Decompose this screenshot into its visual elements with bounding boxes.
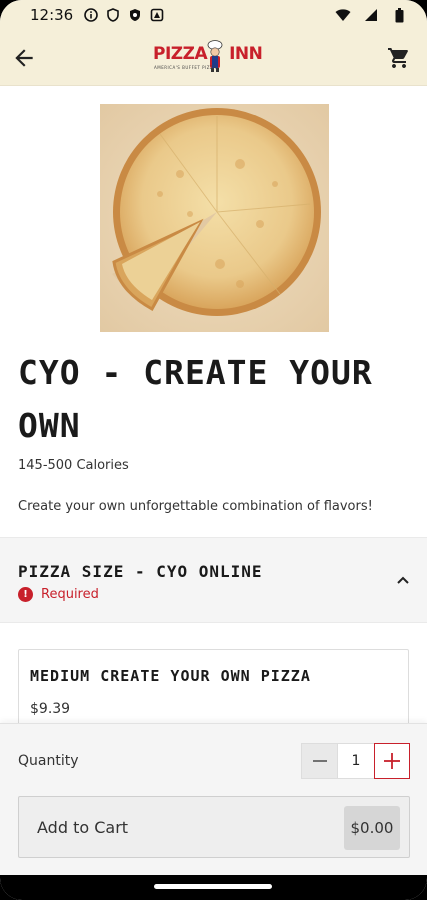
signal-icon	[363, 7, 379, 23]
circle-i-icon	[83, 7, 99, 23]
quantity-value[interactable]: 1	[338, 743, 374, 779]
wifi-icon	[335, 7, 351, 23]
decrease-quantity-button[interactable]	[301, 743, 338, 779]
home-gesture-handle[interactable]	[154, 884, 272, 889]
cart-button[interactable]	[385, 44, 413, 72]
arrow-left-icon	[15, 49, 33, 67]
notification-icon	[149, 7, 165, 23]
product-calories: 145-500 Calories	[18, 458, 129, 473]
required-label: Required	[41, 587, 99, 602]
pizza-inn-logo[interactable]: PIZZA INN AMERICA'S BUFFET PIZZA	[150, 38, 278, 78]
gesture-navigation-bar	[0, 875, 427, 900]
add-to-cart-label: Add to Cart	[37, 818, 129, 837]
size-option-price: $9.39	[30, 701, 71, 717]
logo-tagline: AMERICA'S BUFFET PIZZA	[154, 65, 217, 70]
collapse-toggle[interactable]	[393, 570, 413, 590]
product-description: Create your own unforgettable combinatio…	[18, 499, 373, 514]
plus-icon	[384, 753, 400, 769]
pizza-photo	[100, 104, 329, 332]
cart-icon	[388, 48, 408, 68]
status-time: 12:36	[30, 6, 74, 24]
security-badge-icon	[127, 7, 143, 23]
order-panel: Quantity 1 Add to Cart $0.00	[0, 723, 427, 875]
minus-icon	[312, 760, 327, 762]
status-right-icons	[335, 7, 413, 23]
logo-text-pizza: PIZZA	[153, 44, 208, 64]
status-bar: 12:36	[0, 0, 427, 30]
product-image	[100, 104, 329, 332]
add-to-cart-price: $0.00	[344, 806, 400, 850]
pizza-size-section-header[interactable]: PIZZA SIZE - CYO ONLINE ! Required	[0, 537, 427, 623]
add-to-cart-button[interactable]: Add to Cart $0.00	[18, 796, 410, 858]
app-screen: 12:36 PIZZA INN AMERICA'S BUFFET PIZZA C…	[0, 0, 427, 900]
app-header: PIZZA INN AMERICA'S BUFFET PIZZA	[0, 30, 427, 86]
product-title: CYO - CREATE YOUR OWN	[18, 353, 373, 445]
size-section-title: PIZZA SIZE - CYO ONLINE	[18, 562, 263, 581]
quantity-label: Quantity	[18, 753, 79, 769]
required-indicator: ! Required	[18, 587, 99, 602]
logo-text-inn: INN	[229, 44, 263, 64]
battery-icon	[391, 7, 407, 23]
quantity-stepper: 1	[301, 743, 410, 779]
chevron-up-icon	[397, 576, 409, 584]
back-button[interactable]	[8, 42, 40, 74]
increase-quantity-button[interactable]	[374, 743, 410, 779]
shield-icon	[105, 7, 121, 23]
size-option-name: MEDIUM CREATE YOUR OWN PIZZA	[30, 667, 311, 685]
alert-icon: !	[18, 587, 33, 602]
